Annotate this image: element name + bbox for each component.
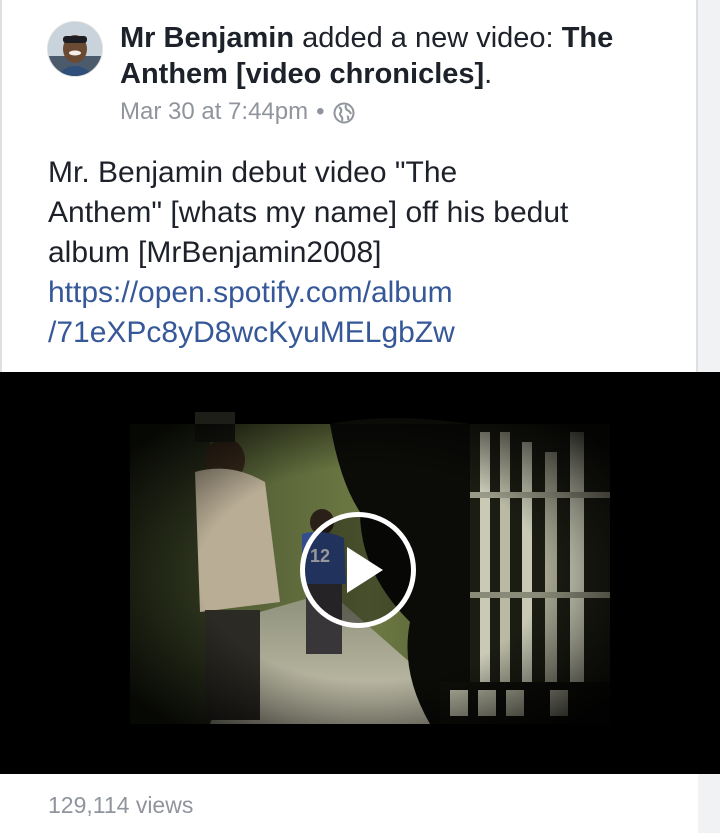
post-body-line: Anthem" [whats my name] off his bedut: [48, 196, 569, 229]
header-period: .: [484, 58, 493, 90]
globe-icon: [333, 101, 355, 124]
spotify-link-continued[interactable]: /71eXPc8yD8wcKyuMELgbZw: [48, 313, 668, 353]
video-player[interactable]: 12: [0, 372, 720, 774]
meta-separator: •: [316, 98, 325, 125]
post-body-line: Mr. Benjamin debut video "The: [48, 156, 458, 189]
post-footer: 129,114 views: [0, 774, 698, 833]
post-header: Mr Benjamin added a new video: The Anthe…: [120, 20, 680, 92]
avatar[interactable]: [48, 22, 102, 76]
spotify-link[interactable]: https://open.spotify.com/album: [48, 273, 668, 313]
play-button[interactable]: [300, 512, 416, 628]
post-timestamp[interactable]: Mar 30 at 7:44pm: [120, 96, 308, 128]
author-name[interactable]: Mr Benjamin: [120, 22, 294, 54]
post-meta: Mar 30 at 7:44pm •: [120, 96, 355, 128]
post-action: added a new video:: [294, 22, 562, 54]
view-count: 129,114 views: [48, 792, 194, 818]
avatar-photo: [48, 22, 102, 76]
post-body-line: album [MrBenjamin2008]: [48, 236, 382, 269]
play-icon: [347, 547, 383, 593]
post-body: Mr. Benjamin debut video "The Anthem" [w…: [48, 153, 668, 353]
video-post: Mr Benjamin added a new video: The Anthe…: [0, 0, 720, 833]
